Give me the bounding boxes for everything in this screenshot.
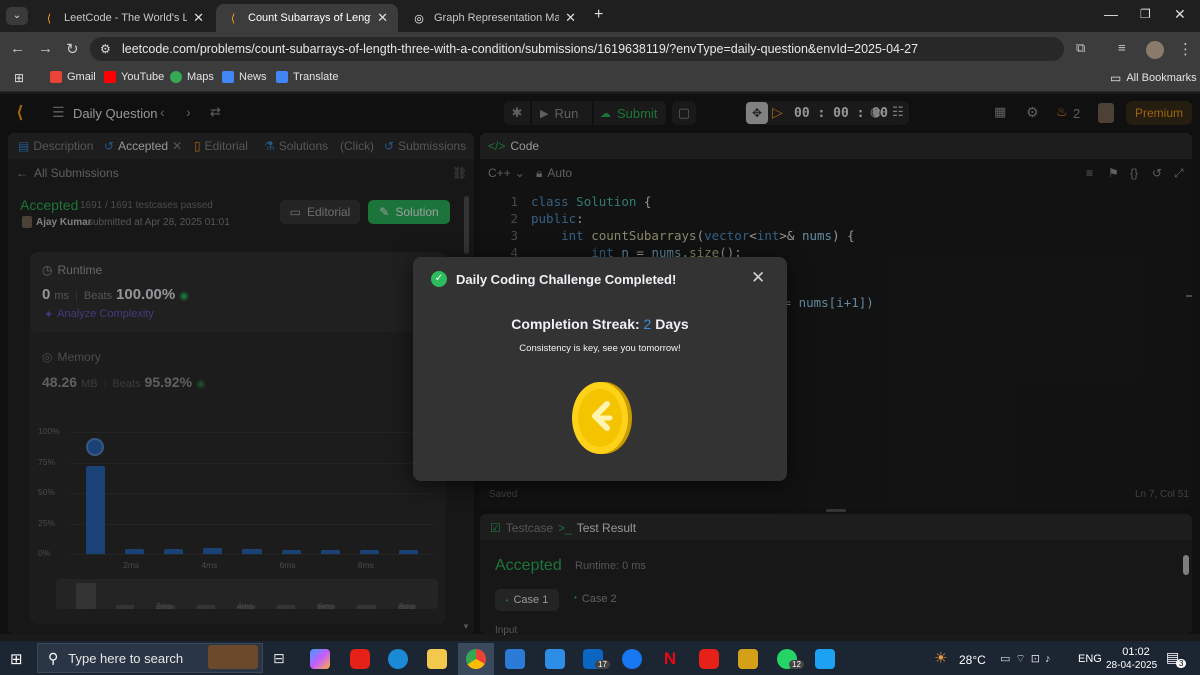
leetcode-favicon-icon: ⟨	[46, 12, 52, 25]
minimize-icon[interactable]: —	[1104, 6, 1118, 22]
weather-icon[interactable]: ☀	[934, 649, 947, 667]
tab-search-icon[interactable]: ⌄	[6, 7, 28, 25]
modal-title: Daily Coding Challenge Completed!	[456, 272, 677, 287]
bookmark-translate[interactable]: Translate	[276, 71, 338, 83]
tab-graph-matrix[interactable]: ◎ Graph Representation Matrix ✕	[402, 4, 586, 32]
leetcode-favicon-icon: ⟨	[230, 12, 236, 25]
task-view-icon[interactable]: ⊟	[273, 650, 285, 667]
bookmark-maps[interactable]: Maps	[170, 71, 214, 83]
back-icon[interactable]: ←	[10, 40, 25, 57]
mail-icon[interactable]	[738, 649, 758, 669]
menu-dots-icon[interactable]: ⋮	[1178, 40, 1193, 58]
modal-message: Consistency is key, see you tomorrow!	[519, 343, 681, 354]
tab-count-subarrays[interactable]: ⟨ Count Subarrays of Length Thre ✕	[216, 4, 398, 32]
apps-grid-icon[interactable]: ⊞	[14, 71, 24, 85]
copilot-icon[interactable]	[310, 649, 330, 669]
netflix-icon[interactable]: N	[660, 649, 680, 669]
news-icon	[222, 71, 234, 83]
reload-icon[interactable]: ↻	[66, 40, 79, 58]
facebook-icon[interactable]	[622, 649, 642, 669]
linkedin-badge: 17	[595, 660, 610, 669]
close-tab-icon[interactable]: ✕	[377, 10, 388, 26]
extensions-icon[interactable]: ⧉	[1076, 40, 1085, 56]
profile-avatar[interactable]	[1146, 41, 1164, 59]
windows-start-icon[interactable]: ⊞	[10, 650, 23, 668]
maps-icon	[170, 71, 182, 83]
clock-date[interactable]: 28-04-2025	[1106, 660, 1157, 671]
leetcode-coin-icon	[572, 382, 632, 454]
temperature: 28°C	[959, 653, 986, 667]
clock-time[interactable]: 01:02	[1114, 646, 1158, 658]
edge-icon[interactable]	[388, 649, 408, 669]
system-tray-icons[interactable]: ▭⌔⊡♪	[1000, 652, 1055, 666]
translate-icon	[276, 71, 288, 83]
folder-icon: ▭	[1110, 71, 1122, 85]
streak-line: Completion Streak: 2 Days	[511, 316, 689, 332]
bookmark-gmail[interactable]: Gmail	[50, 71, 96, 83]
close-tab-icon[interactable]: ✕	[565, 10, 576, 26]
bookmark-youtube[interactable]: YouTube	[104, 71, 164, 83]
check-circle-icon: ✓	[431, 271, 447, 287]
youtube-app-icon[interactable]	[350, 649, 370, 669]
close-modal-icon[interactable]: ✕	[751, 268, 765, 288]
whatsapp-badge: 12	[789, 660, 804, 669]
youtube-music-icon[interactable]	[699, 649, 719, 669]
browser-tab-bar: ⌄ ⟨ LeetCode - The World's Leading ✕ ⟨ C…	[0, 0, 1200, 32]
maximize-icon[interactable]: ❐	[1140, 7, 1151, 21]
search-highlight-image	[208, 645, 258, 669]
todo-icon[interactable]	[545, 649, 565, 669]
bookmark-news[interactable]: News	[222, 71, 267, 83]
new-tab-icon[interactable]: +	[594, 6, 603, 24]
chrome-icon[interactable]	[466, 649, 486, 669]
gmail-icon	[50, 71, 62, 83]
twitter-icon[interactable]	[815, 649, 835, 669]
search-icon: ⚲	[48, 649, 59, 666]
close-tab-icon[interactable]: ✕	[193, 10, 204, 26]
vscode-icon[interactable]	[505, 649, 525, 669]
youtube-icon	[104, 71, 116, 83]
site-info-icon[interactable]: ⚙	[100, 42, 111, 56]
all-bookmarks[interactable]: ▭ All Bookmarks	[1110, 71, 1197, 85]
input-language[interactable]: ENG	[1078, 653, 1102, 665]
url-text[interactable]: leetcode.com/problems/count-subarrays-of…	[122, 42, 918, 56]
file-explorer-icon[interactable]	[427, 649, 447, 669]
forward-icon[interactable]: →	[38, 40, 53, 57]
globe-favicon-icon: ◎	[414, 12, 424, 25]
media-queue-icon[interactable]: ≡	[1118, 40, 1126, 55]
tab-leetcode-home[interactable]: ⟨ LeetCode - The World's Leading ✕	[32, 4, 214, 32]
close-window-icon[interactable]: ✕	[1174, 6, 1186, 23]
